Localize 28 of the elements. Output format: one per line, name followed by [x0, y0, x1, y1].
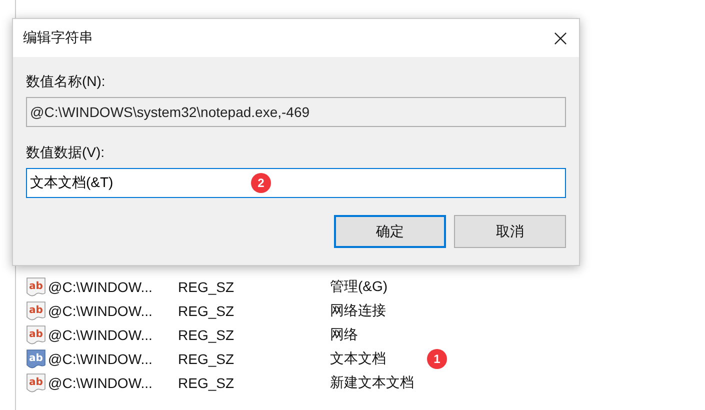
field-label: 数值数据(V):: [26, 143, 105, 162]
value-name: @C:\WINDOW...: [48, 279, 154, 295]
string-value-icon: ab: [26, 301, 46, 321]
value-type: REG_SZ: [178, 327, 236, 343]
value-name-field[interactable]: @C:\WINDOWS\system32\notepad.exe,-469: [26, 97, 566, 127]
value-data: 管理(&G): [330, 278, 388, 296]
ok-button[interactable]: 确定: [334, 215, 446, 248]
value-name: @C:\WINDOW...: [48, 327, 154, 343]
value-name: @C:\WINDOW...: [48, 351, 154, 367]
value-type: REG_SZ: [178, 375, 236, 391]
value-data: 新建文本文档: [330, 374, 414, 392]
value-data: 网络连接: [330, 302, 386, 320]
string-value-icon: ab: [26, 373, 46, 393]
string-value-icon: ab: [26, 349, 46, 369]
value-type: REG_SZ: [178, 303, 236, 319]
field-label: 数值名称(N):: [26, 72, 106, 91]
close-icon[interactable]: [554, 32, 567, 44]
value-data: 网络: [330, 326, 358, 344]
dialog-title: 编辑字符串: [23, 29, 93, 47]
step-badge: 1: [427, 349, 447, 369]
value-name: @C:\WINDOW...: [48, 303, 154, 319]
string-value-icon: ab: [26, 325, 46, 345]
value-name: @C:\WINDOW...: [48, 375, 154, 391]
value-type: REG_SZ: [178, 351, 236, 367]
string-value-icon: ab: [26, 277, 46, 297]
value-type: REG_SZ: [178, 279, 236, 295]
cancel-button[interactable]: 取消: [454, 215, 566, 248]
value-data: 文本文档: [330, 350, 386, 368]
